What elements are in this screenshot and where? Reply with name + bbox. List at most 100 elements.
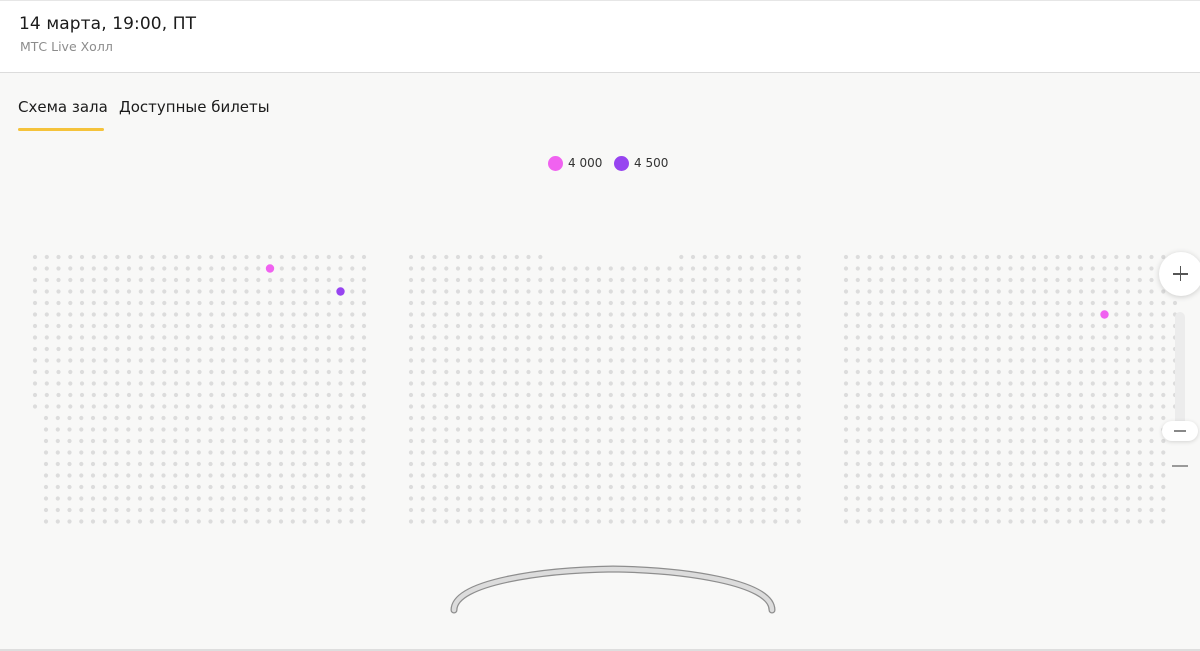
seat [1020, 415, 1025, 421]
tab-available-tickets[interactable]: Доступные билеты [119, 98, 270, 116]
seat [996, 266, 1001, 271]
zoom-slider-handle[interactable] [1162, 421, 1198, 441]
seat [1055, 392, 1060, 398]
seat [68, 266, 73, 271]
seat [220, 392, 226, 398]
seat [773, 381, 778, 386]
seat [690, 427, 696, 432]
seat [138, 323, 143, 329]
seat [267, 427, 272, 432]
seat [726, 346, 731, 352]
seat [173, 484, 178, 490]
seat [843, 277, 849, 283]
seat [56, 266, 61, 271]
seat [173, 473, 178, 478]
seat [690, 404, 696, 409]
seat [902, 312, 907, 317]
seat [796, 496, 801, 501]
seat [326, 323, 331, 329]
seat [643, 300, 649, 306]
seat [338, 381, 343, 386]
seat [325, 450, 331, 455]
seat [549, 312, 555, 317]
seat [102, 461, 107, 467]
seat [1055, 300, 1060, 306]
seat [467, 461, 472, 467]
seat [173, 335, 179, 340]
seat [890, 404, 896, 409]
seat [538, 507, 543, 513]
seat [502, 461, 508, 467]
seat [573, 277, 578, 283]
seat [573, 484, 578, 490]
seat [1149, 450, 1154, 455]
seat [573, 323, 578, 329]
seat [573, 438, 578, 444]
seat [773, 496, 778, 501]
seat [961, 438, 966, 444]
seat [267, 312, 273, 317]
seat [267, 346, 273, 352]
seat [796, 461, 801, 467]
seat [538, 369, 543, 375]
seat [361, 289, 367, 294]
seat [209, 254, 214, 260]
seat [314, 323, 320, 329]
seat [91, 323, 96, 329]
seat [467, 392, 472, 398]
seat [291, 266, 296, 271]
seat [220, 496, 225, 501]
seat [278, 438, 284, 444]
seat [620, 266, 625, 271]
seat [549, 289, 555, 294]
seat [1055, 358, 1060, 363]
seat [256, 289, 261, 294]
seat [67, 415, 72, 421]
seat [361, 450, 366, 455]
seat [161, 484, 166, 490]
seat [150, 312, 155, 317]
seat [538, 519, 543, 524]
seat [1067, 507, 1072, 513]
seat [749, 312, 754, 317]
seat [479, 415, 484, 421]
seat [737, 415, 743, 421]
seat [702, 415, 707, 421]
seat [679, 404, 684, 409]
seat [326, 369, 331, 375]
seat [726, 266, 731, 271]
seat [44, 346, 49, 352]
seat [667, 369, 672, 375]
seat [643, 461, 649, 467]
seat [455, 254, 461, 260]
seat [1020, 450, 1025, 455]
seat [690, 335, 696, 340]
seat [1102, 519, 1107, 524]
seat [444, 254, 449, 260]
seat [949, 381, 954, 386]
seat-available[interactable] [336, 287, 345, 296]
seat [784, 369, 790, 375]
seat [455, 507, 461, 513]
seat [1149, 427, 1154, 432]
seat [1149, 473, 1154, 478]
tab-hall-scheme[interactable]: Схема зала [18, 98, 108, 116]
seat [161, 427, 166, 432]
seat [784, 335, 790, 340]
seat [843, 484, 849, 490]
seat [79, 438, 84, 444]
zoom-out-button[interactable] [1168, 454, 1200, 478]
zoom-slider-track[interactable] [1175, 312, 1185, 432]
seat [608, 507, 613, 513]
seat [138, 392, 143, 398]
seat [996, 404, 1001, 409]
seat-available[interactable] [265, 264, 275, 273]
seat-available[interactable] [1100, 310, 1109, 319]
seat [761, 473, 766, 478]
seat [914, 415, 919, 421]
seat [326, 266, 331, 271]
seat [1067, 277, 1072, 283]
seat [432, 300, 437, 306]
seat [702, 277, 707, 283]
zoom-in-button[interactable] [1159, 252, 1200, 296]
